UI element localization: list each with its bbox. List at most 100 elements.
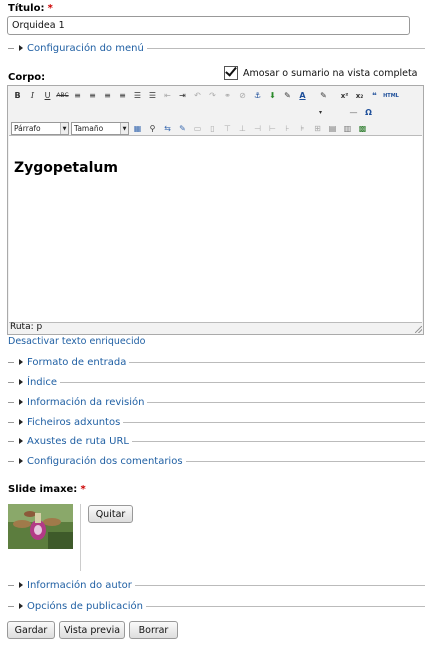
merge-cells-icon[interactable]: ▤ bbox=[326, 122, 339, 135]
chevron-down-icon: ▼ bbox=[120, 123, 128, 134]
align-left-icon[interactable]: ≡ bbox=[71, 89, 84, 102]
unlink-icon[interactable]: ⊘ bbox=[236, 89, 249, 102]
fieldset-author-info[interactable]: Información do autor bbox=[8, 578, 425, 592]
resize-grip-icon[interactable] bbox=[415, 326, 422, 333]
expand-triangle-icon bbox=[19, 438, 23, 444]
align-center-icon[interactable]: ≡ bbox=[86, 89, 99, 102]
required-mark: * bbox=[47, 3, 53, 14]
italic-button[interactable]: I bbox=[26, 89, 39, 102]
fieldset-link[interactable]: Formato de entrada bbox=[27, 357, 126, 368]
insert-col-before-icon[interactable]: ⊢ bbox=[266, 122, 279, 135]
slide-label: Slide imaxe: bbox=[8, 484, 78, 495]
insert-row-before-icon[interactable]: ⊤ bbox=[221, 122, 234, 135]
strikethrough-button[interactable]: ABC bbox=[56, 89, 69, 102]
toolbar-row-2: ▾ — Ω bbox=[8, 104, 423, 121]
fieldset-attachments[interactable]: Ficheiros adxuntos bbox=[8, 415, 425, 429]
disable-rich-text-link[interactable]: Desactivar texto enriquecido bbox=[8, 336, 145, 347]
remove-image-button[interactable]: Quitar bbox=[88, 505, 133, 523]
numbered-list-icon[interactable]: ☰ bbox=[146, 89, 159, 102]
fieldset-comment-settings[interactable]: Configuración dos comentarios bbox=[8, 454, 425, 468]
horizontal-rule-icon[interactable]: — bbox=[347, 106, 360, 119]
fieldset-index[interactable]: Índice bbox=[8, 375, 425, 389]
fieldset-url-path[interactable]: Axustes de ruta URL bbox=[8, 434, 425, 448]
text-color-icon[interactable]: A bbox=[296, 89, 309, 102]
delete-button[interactable]: Borrar bbox=[129, 621, 178, 639]
indent-icon[interactable]: ⇥ bbox=[176, 89, 189, 102]
fieldset-link[interactable]: Axustes de ruta URL bbox=[27, 436, 129, 447]
redo-icon[interactable]: ↷ bbox=[206, 89, 219, 102]
superscript-icon[interactable]: x² bbox=[338, 89, 351, 102]
body-label: Corpo: bbox=[8, 72, 46, 83]
preview-button[interactable]: Vista previa bbox=[59, 621, 125, 639]
media-icon[interactable]: ▩ bbox=[356, 122, 369, 135]
outdent-icon[interactable]: ⇤ bbox=[161, 89, 174, 102]
image-insert-icon[interactable]: ⬇ bbox=[266, 89, 279, 102]
fieldset-revision-info[interactable]: Información da revisión bbox=[8, 395, 425, 409]
save-button[interactable]: Gardar bbox=[7, 621, 55, 639]
title-input[interactable] bbox=[7, 16, 410, 35]
expand-triangle-icon bbox=[19, 359, 23, 365]
html-source-icon[interactable]: HTML bbox=[383, 89, 399, 102]
insert-col-after-icon[interactable]: ⊦ bbox=[281, 122, 294, 135]
delete-col-icon[interactable]: ⊧ bbox=[296, 122, 309, 135]
link-icon[interactable]: ⚭ bbox=[221, 89, 234, 102]
expand-triangle-icon bbox=[19, 419, 23, 425]
special-char-icon[interactable]: Ω bbox=[362, 106, 375, 119]
replace-icon[interactable]: ⇆ bbox=[161, 122, 174, 135]
insert-row-after-icon[interactable]: ⊥ bbox=[236, 122, 249, 135]
format-select[interactable]: Párrafo ▼ bbox=[11, 122, 69, 135]
expand-triangle-icon bbox=[19, 603, 23, 609]
slide-label-wrap: Slide imaxe: * bbox=[8, 484, 86, 495]
fieldset-link[interactable]: Índice bbox=[27, 377, 57, 388]
find-icon[interactable]: ⚲ bbox=[146, 122, 159, 135]
edit-icon[interactable]: ✎ bbox=[176, 122, 189, 135]
undo-icon[interactable]: ↶ bbox=[191, 89, 204, 102]
table-icon[interactable]: ▦ bbox=[131, 122, 144, 135]
anchor-icon[interactable]: ⚓ bbox=[251, 89, 264, 102]
align-justify-icon[interactable]: ≡ bbox=[116, 89, 129, 102]
summary-checkbox[interactable] bbox=[224, 66, 238, 80]
align-right-icon[interactable]: ≡ bbox=[101, 89, 114, 102]
fieldset-link[interactable]: Opcións de publicación bbox=[27, 601, 143, 612]
fieldset-link[interactable]: Información do autor bbox=[27, 580, 132, 591]
expand-triangle-icon bbox=[19, 379, 23, 385]
size-select[interactable]: Tamaño ▼ bbox=[71, 122, 129, 135]
fieldset-link[interactable]: Configuración dos comentarios bbox=[27, 456, 183, 467]
editor-content-area[interactable]: Zygopetalum bbox=[9, 135, 422, 323]
highlight-color-icon[interactable]: ✎ bbox=[317, 89, 330, 102]
body-label-wrap: Corpo: bbox=[8, 72, 45, 83]
fieldset-link[interactable]: Ficheiros adxuntos bbox=[27, 417, 120, 428]
expand-triangle-icon bbox=[19, 399, 23, 405]
size-select-value: Tamaño bbox=[74, 124, 104, 133]
summary-checkbox-row[interactable]: Amosar o sumario na vista completa bbox=[224, 66, 418, 80]
expand-triangle-icon bbox=[19, 582, 23, 588]
expand-triangle-icon bbox=[19, 45, 23, 51]
toolbar-row-1: B I U ABC ≡ ≡ ≡ ≡ ☰ ☰ ⇤ ⇥ ↶ ↷ ⚭ ⊘ ⚓ ⬇ ✎ … bbox=[8, 87, 423, 104]
cell-props-icon[interactable]: ▥ bbox=[341, 122, 354, 135]
table-col-icon[interactable]: ▯ bbox=[206, 122, 219, 135]
bullet-list-icon[interactable]: ☰ bbox=[131, 89, 144, 102]
underline-button[interactable]: U bbox=[41, 89, 54, 102]
blockquote-icon[interactable]: ❝ bbox=[368, 89, 381, 102]
expand-triangle-icon bbox=[19, 458, 23, 464]
menu-settings-link[interactable]: Configuración do menú bbox=[27, 43, 144, 54]
slide-thumbnail bbox=[8, 504, 73, 549]
delete-row-icon[interactable]: ⊣ bbox=[251, 122, 264, 135]
required-mark: * bbox=[80, 484, 86, 495]
subscript-icon[interactable]: x₂ bbox=[353, 89, 366, 102]
title-label-wrap: Título: * bbox=[8, 3, 53, 14]
color-dropdown-arrow-icon[interactable]: ▾ bbox=[314, 106, 327, 119]
table-row-icon[interactable]: ▭ bbox=[191, 122, 204, 135]
path-status: Ruta: p bbox=[10, 322, 43, 332]
menu-settings-fieldset[interactable]: Configuración do menú bbox=[8, 41, 425, 55]
format-select-value: Párrafo bbox=[14, 124, 41, 133]
rich-text-editor: B I U ABC ≡ ≡ ≡ ≡ ☰ ☰ ⇤ ⇥ ↶ ↷ ⚭ ⊘ ⚓ ⬇ ✎ … bbox=[7, 85, 424, 335]
fieldset-input-format[interactable]: Formato de entrada bbox=[8, 355, 425, 369]
split-cells-icon[interactable]: ⊞ bbox=[311, 122, 324, 135]
bold-button[interactable]: B bbox=[11, 89, 24, 102]
content-heading: Zygopetalum bbox=[14, 160, 118, 176]
fieldset-link[interactable]: Información da revisión bbox=[27, 397, 144, 408]
cleanup-icon[interactable]: ✎ bbox=[281, 89, 294, 102]
title-label: Título: bbox=[8, 3, 45, 14]
fieldset-publishing-options[interactable]: Opcións de publicación bbox=[8, 599, 425, 613]
